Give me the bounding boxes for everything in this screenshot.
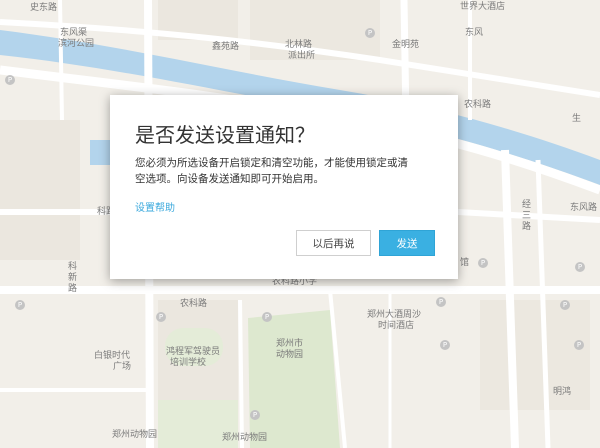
- map-label-poi: 馆: [460, 258, 470, 268]
- dialog-title: 是否发送设置通知？: [135, 123, 315, 147]
- parking-icon[interactable]: P: [575, 262, 585, 272]
- parking-icon[interactable]: P: [440, 340, 450, 350]
- map-label-road: 科新路: [68, 262, 78, 294]
- map-label-poi: 动物园: [276, 350, 304, 360]
- map-label-road: 农科路: [180, 299, 208, 309]
- parking-icon[interactable]: P: [250, 410, 260, 420]
- parking-icon[interactable]: P: [15, 300, 25, 310]
- map-label-road: 史东路: [30, 3, 58, 13]
- map-label-poi: 金明苑: [392, 40, 420, 50]
- parking-icon[interactable]: P: [478, 258, 488, 268]
- parking-icon[interactable]: P: [574, 340, 584, 350]
- parking-icon[interactable]: P: [262, 312, 272, 322]
- map-label-poi: 明鸿: [553, 387, 572, 397]
- map-label-road: 东风路: [570, 203, 598, 213]
- map-label-park: 东风渠: [60, 28, 88, 38]
- map-label-poi: 派出所: [288, 51, 316, 61]
- map-label-poi: 郑州动物园: [222, 433, 268, 443]
- map-label-poi: 东风: [465, 28, 484, 38]
- parking-icon[interactable]: P: [436, 297, 446, 307]
- later-button[interactable]: 以后再说: [296, 230, 371, 256]
- map-label-poi: 郑州市: [276, 339, 304, 349]
- dialog-message: 您必须为所选设备开启锁定和清空功能，才能使用锁定或清空选项。向设备发送通知即可开…: [135, 157, 408, 185]
- map-label-road: 北林路: [285, 40, 313, 50]
- map-label-road: 鑫苑路: [212, 42, 240, 52]
- map-label-poi: 生: [572, 114, 582, 124]
- parking-icon[interactable]: P: [156, 312, 166, 322]
- map-label-poi: 白银时代: [94, 351, 131, 361]
- map-label-poi: 郑州动物园: [112, 430, 158, 440]
- setup-help-link[interactable]: 设置帮助: [135, 199, 175, 214]
- map-label-park: 滨河公园: [58, 39, 95, 49]
- map-label-poi: 广场: [113, 362, 132, 372]
- parking-icon[interactable]: P: [365, 28, 375, 38]
- map-label-poi: 时间酒店: [378, 321, 415, 331]
- map-label-road: 经三路: [522, 200, 532, 232]
- map-label-poi: 鸿程军驾驶员: [166, 347, 221, 357]
- map-label-road: 世界大酒店: [460, 2, 506, 12]
- parking-icon[interactable]: P: [5, 75, 15, 85]
- send-button[interactable]: 发送: [379, 230, 435, 256]
- send-setup-notification-dialog: 是否发送设置通知？ 您必须为所选设备开启锁定和清空功能，才能使用锁定或清空选项。…: [110, 95, 458, 279]
- map-label-poi: 郑州大酒周沙: [367, 310, 422, 320]
- map-label-road: 农科路: [464, 100, 492, 110]
- parking-icon[interactable]: P: [560, 300, 570, 310]
- map-label-poi: 培训学校: [170, 358, 207, 368]
